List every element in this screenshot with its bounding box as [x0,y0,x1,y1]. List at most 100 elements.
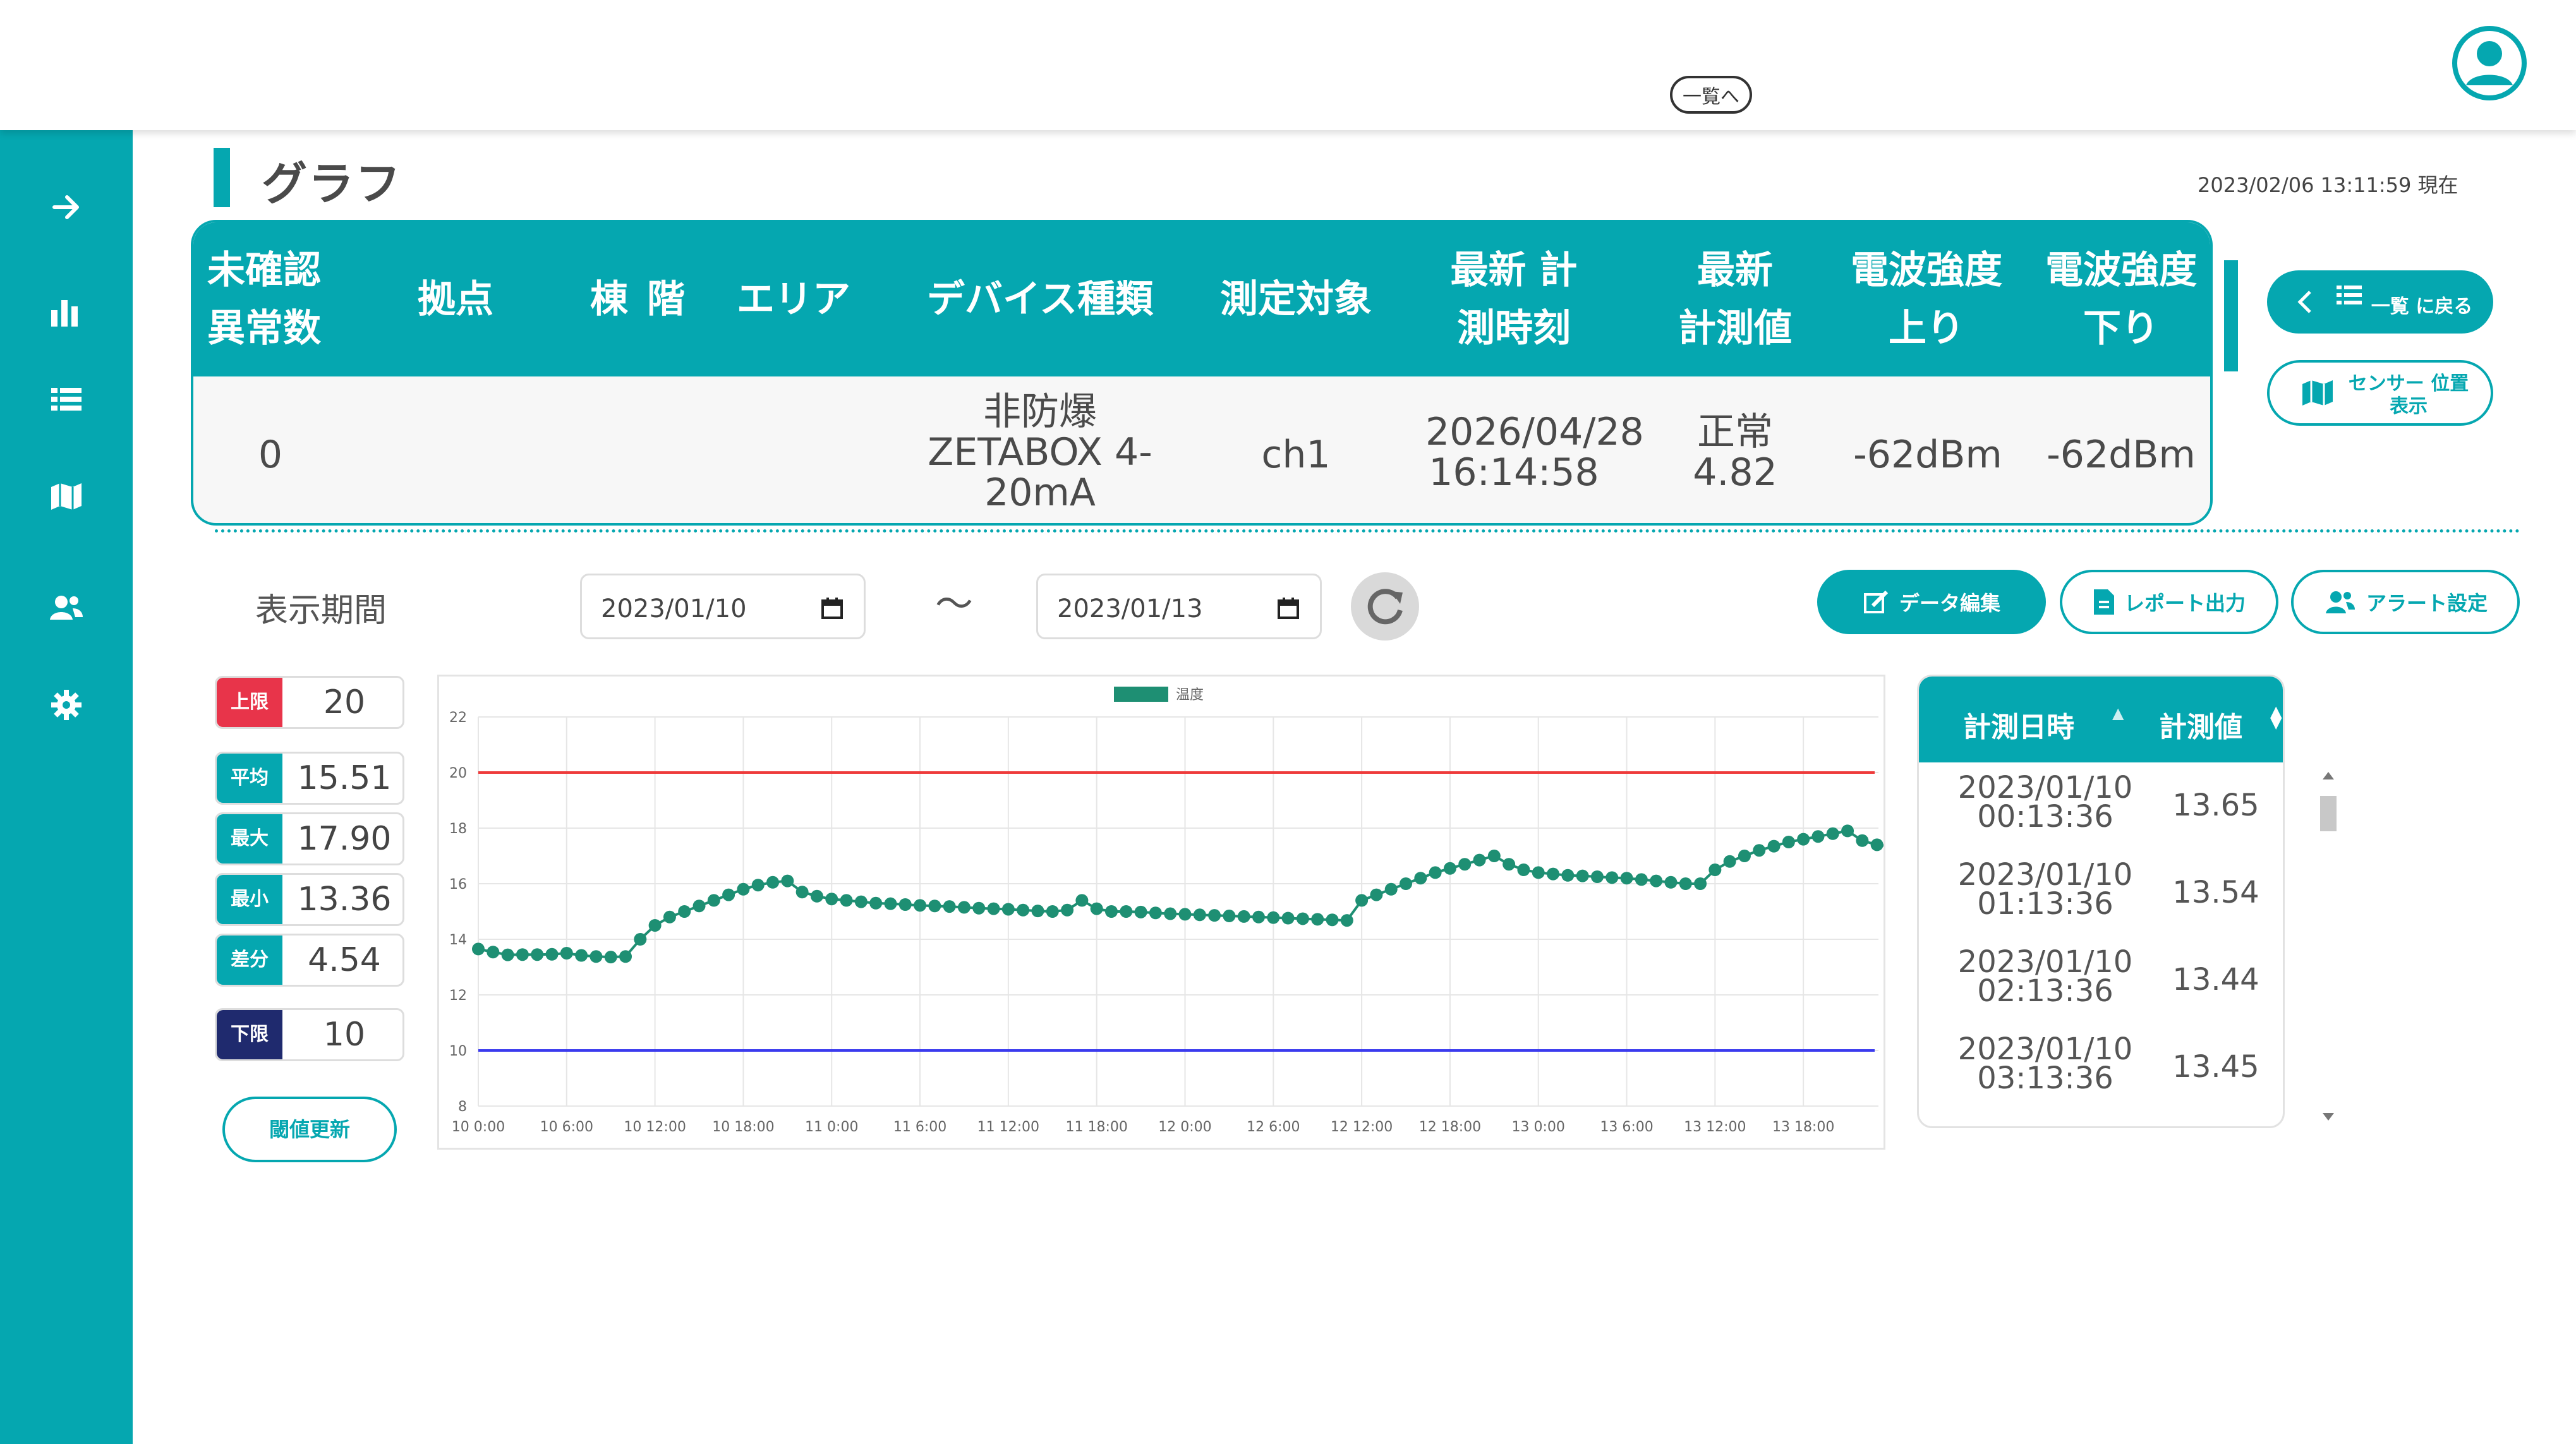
bar-chart-icon[interactable] [0,287,133,337]
report-output-button[interactable]: レポート出力 [2060,570,2278,634]
x-tick-label: 13 12:00 [1684,1119,1746,1135]
upper-value: 20 [323,683,366,721]
back-to-list-button[interactable]: 一覧 に戻る [2267,270,2493,334]
alert-settings-button[interactable]: アラート設定 [2291,570,2520,634]
cell-signal-up: -62dBm [1853,433,2002,477]
table-row[interactable]: 2023/01/10 01:13:36 13.54 [1919,857,2283,946]
data-edit-button[interactable]: データ編集 [1817,570,2046,634]
data-point [810,889,823,903]
users-icon[interactable] [0,582,133,633]
data-point [1635,873,1648,886]
data-point [1355,894,1369,907]
data-point [531,948,544,961]
user-avatar-icon[interactable] [2451,25,2528,102]
y-tick-label: 12 [449,988,467,1004]
scroll-up-icon[interactable] [2323,772,2334,779]
data-point [1164,907,1177,920]
data-point [472,942,485,956]
calendar-icon[interactable] [821,597,844,620]
gear-icon[interactable] [0,680,133,730]
data-point [854,895,868,908]
data-point [1841,824,1854,838]
stat-lower: 下限 10 [215,1008,404,1061]
data-point [914,899,927,912]
series-line [478,829,1892,959]
data-point [1856,834,1869,847]
data-point [1561,869,1575,882]
data-point [1046,905,1059,918]
table-row[interactable]: 2023/01/10 02:13:36 13.44 [1919,946,2283,1033]
max-value: 17.90 [297,820,392,858]
data-point [707,894,720,907]
start-date-input[interactable]: 2023/01/10 [580,574,866,639]
end-date-input[interactable]: 2023/01/13 [1036,574,1322,639]
data-point [869,896,883,910]
period-label: 表示期間 [255,592,387,630]
data-point [1384,882,1398,896]
refresh-button[interactable] [1351,572,1419,641]
lower-value: 10 [323,1016,366,1054]
legend-swatch [1114,687,1168,702]
data-point [751,879,765,892]
list-view-button[interactable]: 一覧へ [1670,76,1752,114]
summary-table: 未確認 異常数 拠点 棟 階 エリア デバイス種類 測定対象 最新 計測時刻 最… [191,220,2213,526]
header-datetime[interactable]: 計測日時 [1963,704,2074,745]
data-point [1193,908,1206,922]
table-scrollbar[interactable] [2315,764,2342,1128]
data-point [1090,902,1103,915]
edit-icon [1863,590,1889,613]
data-point [1503,858,1516,871]
data-point [1605,871,1619,884]
data-point [1443,862,1456,875]
header-floor: 階 [647,277,685,322]
chevron-left-icon [2297,291,2311,313]
data-point [692,899,706,913]
data-point [1326,913,1339,927]
title-accent-bar [214,148,230,207]
y-tick-label: 22 [449,710,467,726]
average-tag: 平均 [217,754,282,803]
data-point [737,882,750,896]
min-tag: 最小 [217,875,282,924]
list-icon[interactable] [0,374,133,424]
arrow-right-icon[interactable] [0,182,133,232]
data-point [1870,838,1884,851]
row-date: 2023/01/10 [1957,770,2133,805]
data-point [648,919,662,932]
refresh-icon [1367,589,1403,625]
table-row[interactable]: 2023/01/10 00:13:36 13.65 [1919,770,2283,858]
map-icon[interactable] [0,471,133,522]
calendar-icon[interactable] [1277,597,1300,620]
data-point [501,948,514,961]
data-point [678,905,691,918]
data-point [1370,888,1383,901]
data-point [1414,872,1427,885]
scroll-down-icon[interactable] [2323,1113,2334,1121]
threshold-update-button[interactable]: 閾値更新 [222,1097,397,1162]
cell-target: ch1 [1261,433,1331,477]
sort-icon[interactable]: ▲ [2112,704,2124,722]
x-tick-label: 12 0:00 [1158,1119,1211,1135]
data-point [545,948,559,961]
data-point [560,947,573,960]
row-date: 2023/01/10 [1957,857,2133,893]
x-tick-label: 12 12:00 [1331,1119,1393,1135]
y-tick-label: 18 [449,821,467,837]
table-row[interactable]: 2023/01/10 03:13:36 13.45 [1919,1033,2283,1120]
x-tick-label: 11 12:00 [977,1119,1039,1135]
data-point [1031,905,1044,918]
data-point [1797,833,1810,846]
legend-label: 温度 [1176,687,1204,703]
header-value[interactable]: 計測値 [2159,704,2242,745]
data-point [1620,872,1633,885]
row-value: 13.54 [2172,875,2259,910]
data-point [1576,869,1589,882]
scroll-thumb[interactable] [2320,796,2337,831]
data-point [1826,827,1839,840]
document-icon [2093,589,2114,615]
data-point [884,897,897,910]
sensor-location-button[interactable]: センサー 位置表示 [2267,360,2493,426]
x-tick-label: 11 6:00 [893,1119,946,1135]
sort-icon[interactable]: ▲ ▼ [2270,704,2282,730]
data-point [575,949,588,962]
